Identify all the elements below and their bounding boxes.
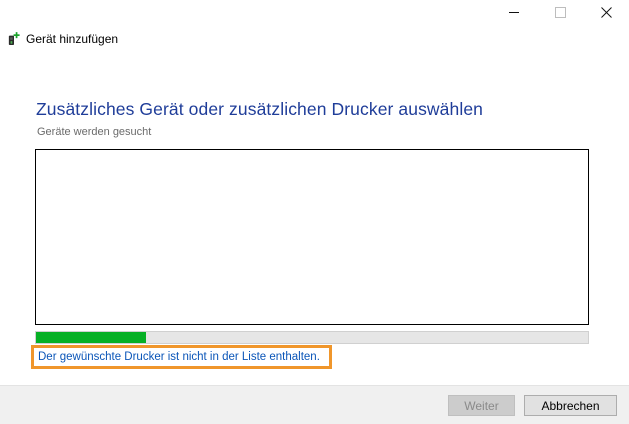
title-bar: Gerät hinzufügen	[8, 31, 118, 47]
window-controls	[491, 0, 629, 24]
progress-fill	[36, 332, 147, 343]
next-button[interactable]: Weiter	[448, 395, 515, 416]
minimize-button[interactable]	[491, 0, 537, 24]
printer-not-listed-link[interactable]: Der gewünschte Drucker ist nicht in der …	[38, 351, 320, 363]
window-title: Gerät hinzufügen	[26, 32, 119, 46]
maximize-icon	[554, 6, 566, 18]
close-button[interactable]	[583, 0, 629, 24]
search-status-text: Geräte werden gesucht	[37, 126, 152, 138]
cancel-button[interactable]: Abbrechen	[524, 395, 617, 416]
minimize-icon	[509, 11, 519, 13]
add-device-icon	[8, 32, 20, 45]
add-device-window: Gerät hinzufügen Zusätzliches Gerät oder…	[0, 0, 629, 424]
page-title: Zusätzliches Gerät oder zusätzlichen Dru…	[36, 99, 483, 119]
device-list[interactable]	[35, 149, 589, 325]
close-icon	[600, 6, 612, 18]
search-progress-bar	[35, 331, 589, 344]
maximize-button[interactable]	[537, 0, 583, 24]
